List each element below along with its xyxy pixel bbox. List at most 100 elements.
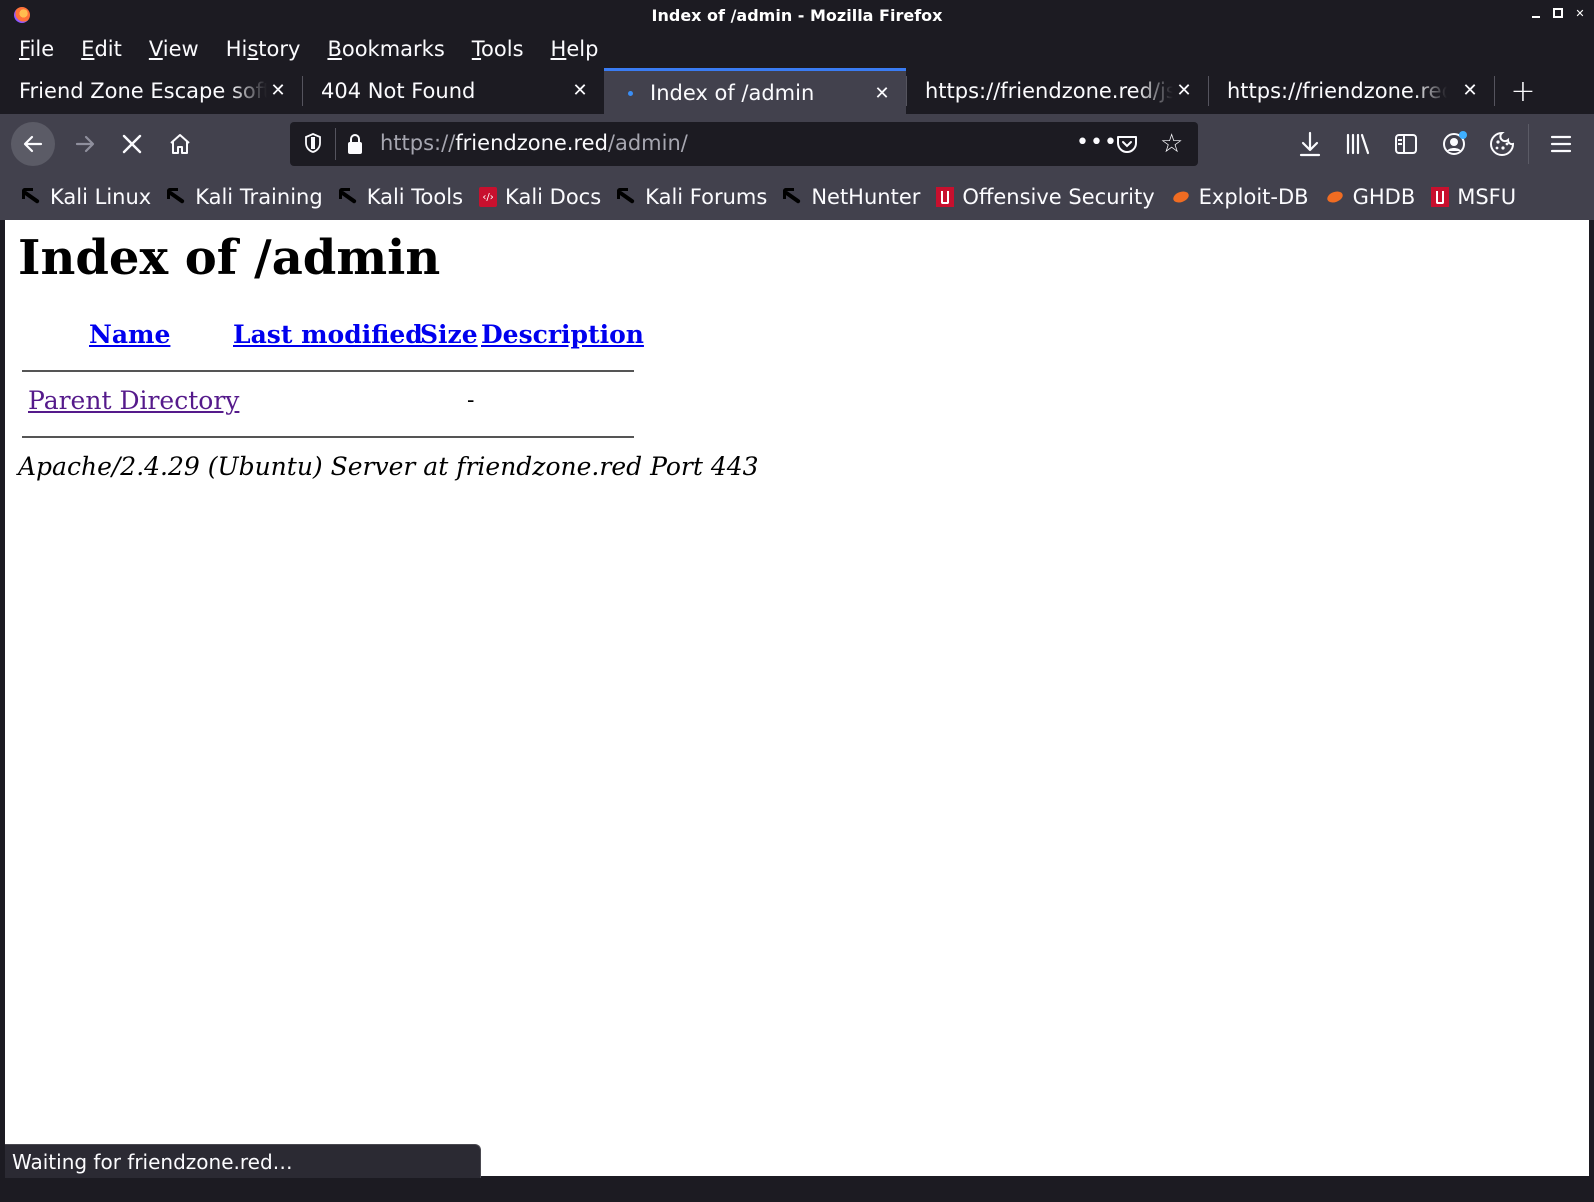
bookmark-kali-docs[interactable]: ‹/› Kali Docs [479, 185, 601, 209]
bookmark-ghdb[interactable]: GHDB [1325, 185, 1416, 209]
page-heading: Index of /admin [18, 230, 441, 286]
bookmark-msfu[interactable]: MSFU [1431, 185, 1516, 209]
parent-directory-size: - [467, 388, 475, 413]
sidebar-toggle-icon[interactable] [1392, 130, 1420, 158]
cookie-extension-icon[interactable] [1488, 130, 1516, 158]
column-name-link[interactable]: Name [89, 320, 170, 349]
exploit-db-icon [1171, 187, 1191, 207]
tab-bar: Friend Zone Escape software ✕ 404 Not Fo… [0, 68, 1594, 114]
bookmark-exploit-db[interactable]: Exploit-DB [1171, 185, 1309, 209]
downloads-icon[interactable] [1296, 130, 1324, 158]
tracking-shield-icon[interactable] [304, 133, 322, 153]
menu-tools[interactable]: Tools [472, 37, 524, 61]
bookmark-nethunter[interactable]: NetHunter [783, 185, 920, 209]
page-actions-more-icon[interactable]: ••• [1076, 130, 1118, 155]
tab-friendzone-js[interactable]: https://friendzone.red/js/js/ ✕ [906, 68, 1208, 114]
bookmark-offensive-security[interactable]: Offensive Security [936, 185, 1155, 209]
close-tab-icon[interactable]: ✕ [872, 83, 892, 104]
horizontal-rule [22, 436, 634, 438]
bookmark-label: Kali Linux [50, 185, 152, 209]
close-tab-icon[interactable]: ✕ [1460, 80, 1480, 101]
kali-docs-icon: ‹/› [479, 187, 498, 207]
bookmark-star-icon[interactable]: ☆ [1160, 129, 1183, 159]
bookmark-label: Kali Tools [366, 185, 464, 209]
tab-friend-zone[interactable]: Friend Zone Escape software ✕ [0, 68, 302, 114]
menu-file[interactable]: File [19, 37, 54, 61]
library-icon[interactable] [1344, 130, 1372, 158]
parent-directory-link[interactable]: Parent Directory [28, 386, 239, 415]
close-tab-icon[interactable]: ✕ [268, 80, 288, 101]
tab-label: https://friendzone.red/js/js/ [925, 79, 1173, 103]
url-host: friendzone.red [455, 131, 608, 155]
new-tab-button[interactable]: + [1494, 68, 1552, 114]
library-books-icon [1346, 133, 1370, 155]
toolbar-separator [1528, 124, 1529, 164]
menu-help[interactable]: Help [551, 37, 599, 61]
bookmark-kali-forums[interactable]: Kali Forums [617, 185, 767, 209]
offsec-icon [936, 187, 955, 207]
menu-bookmarks[interactable]: Bookmarks [327, 37, 444, 61]
tab-loading-icon [628, 91, 633, 96]
pocket-icon[interactable] [1116, 134, 1138, 154]
kali-dragon-icon [617, 187, 637, 207]
url-scheme: https:// [380, 131, 456, 155]
home-icon [170, 134, 190, 154]
app-menu-icon[interactable] [1547, 130, 1575, 158]
column-last-modified-link[interactable]: Last modified [233, 320, 423, 349]
bookmark-label: Kali Training [195, 185, 323, 209]
menu-view[interactable]: View [149, 37, 199, 61]
url-text[interactable]: https://friendzone.red/admin/ [380, 131, 688, 155]
minimize-icon[interactable] [1530, 6, 1542, 20]
close-window-icon[interactable] [1574, 6, 1586, 20]
page-content: Index of /admin Name Last modified Size … [5, 220, 1589, 1176]
tab-index-of-admin[interactable]: Index of /admin ✕ [604, 68, 906, 114]
account-icon[interactable] [1440, 130, 1468, 158]
window-frame-bottom [0, 1178, 1594, 1202]
tab-label: https://friendzone.red/ [1227, 79, 1447, 103]
back-button[interactable] [11, 122, 55, 166]
bookmark-label: Offensive Security [962, 185, 1155, 209]
home-button[interactable] [158, 122, 202, 166]
bookmark-label: GHDB [1352, 185, 1416, 209]
bookmark-label: Kali Forums [645, 185, 768, 209]
stop-x-icon [122, 134, 142, 154]
window-frame-right [1589, 220, 1594, 1202]
tab-404-not-found[interactable]: 404 Not Found ✕ [302, 68, 604, 114]
lock-icon[interactable] [346, 133, 364, 155]
menu-bar: File Edit View History Bookmarks Tools H… [0, 30, 1594, 68]
status-panel: Waiting for friendzone.red… [5, 1144, 481, 1178]
account-avatar-icon [1443, 131, 1467, 155]
menu-history[interactable]: History [226, 37, 301, 61]
tab-label: Index of /admin [650, 80, 815, 105]
server-signature: Apache/2.4.29 (Ubuntu) Server at friendz… [18, 452, 759, 481]
maximize-icon[interactable] [1552, 6, 1564, 20]
exploit-db-icon [1325, 187, 1345, 207]
forward-button[interactable] [63, 122, 107, 166]
close-tab-icon[interactable]: ✕ [570, 80, 590, 101]
close-tab-icon[interactable]: ✕ [1174, 80, 1194, 101]
tab-label: 404 Not Found [321, 79, 476, 103]
column-description-link[interactable]: Description [481, 320, 644, 349]
bookmark-label: Kali Docs [505, 185, 602, 209]
kali-dragon-icon [338, 187, 359, 207]
url-bar[interactable]: https://friendzone.red/admin/ ••• ☆ [290, 122, 1198, 166]
column-size-link[interactable]: Size [420, 320, 478, 349]
bookmark-kali-linux[interactable]: Kali Linux [22, 185, 151, 209]
stop-button[interactable] [110, 122, 154, 166]
kali-dragon-icon [783, 187, 803, 207]
tab-label: Friend Zone Escape software [19, 79, 267, 103]
menu-edit[interactable]: Edit [81, 37, 122, 61]
kali-dragon-icon [167, 187, 187, 207]
horizontal-rule [22, 370, 634, 372]
navigation-toolbar: https://friendzone.red/admin/ ••• ☆ [0, 114, 1594, 174]
bookmark-kali-tools[interactable]: Kali Tools [338, 185, 464, 209]
bookmarks-toolbar: Kali Linux Kali Training Kali Tools ‹/› K… [0, 174, 1594, 220]
download-arrow-icon [1299, 131, 1321, 157]
arrow-left-icon [23, 135, 43, 153]
bookmark-label: MSFU [1457, 185, 1517, 209]
sidebar-icon [1395, 134, 1417, 154]
tab-friendzone-root[interactable]: https://friendzone.red/ ✕ [1208, 68, 1494, 114]
bookmark-kali-training[interactable]: Kali Training [167, 185, 323, 209]
window-titlebar: Index of /admin - Mozilla Firefox [0, 0, 1594, 30]
kali-dragon-icon [22, 187, 42, 207]
